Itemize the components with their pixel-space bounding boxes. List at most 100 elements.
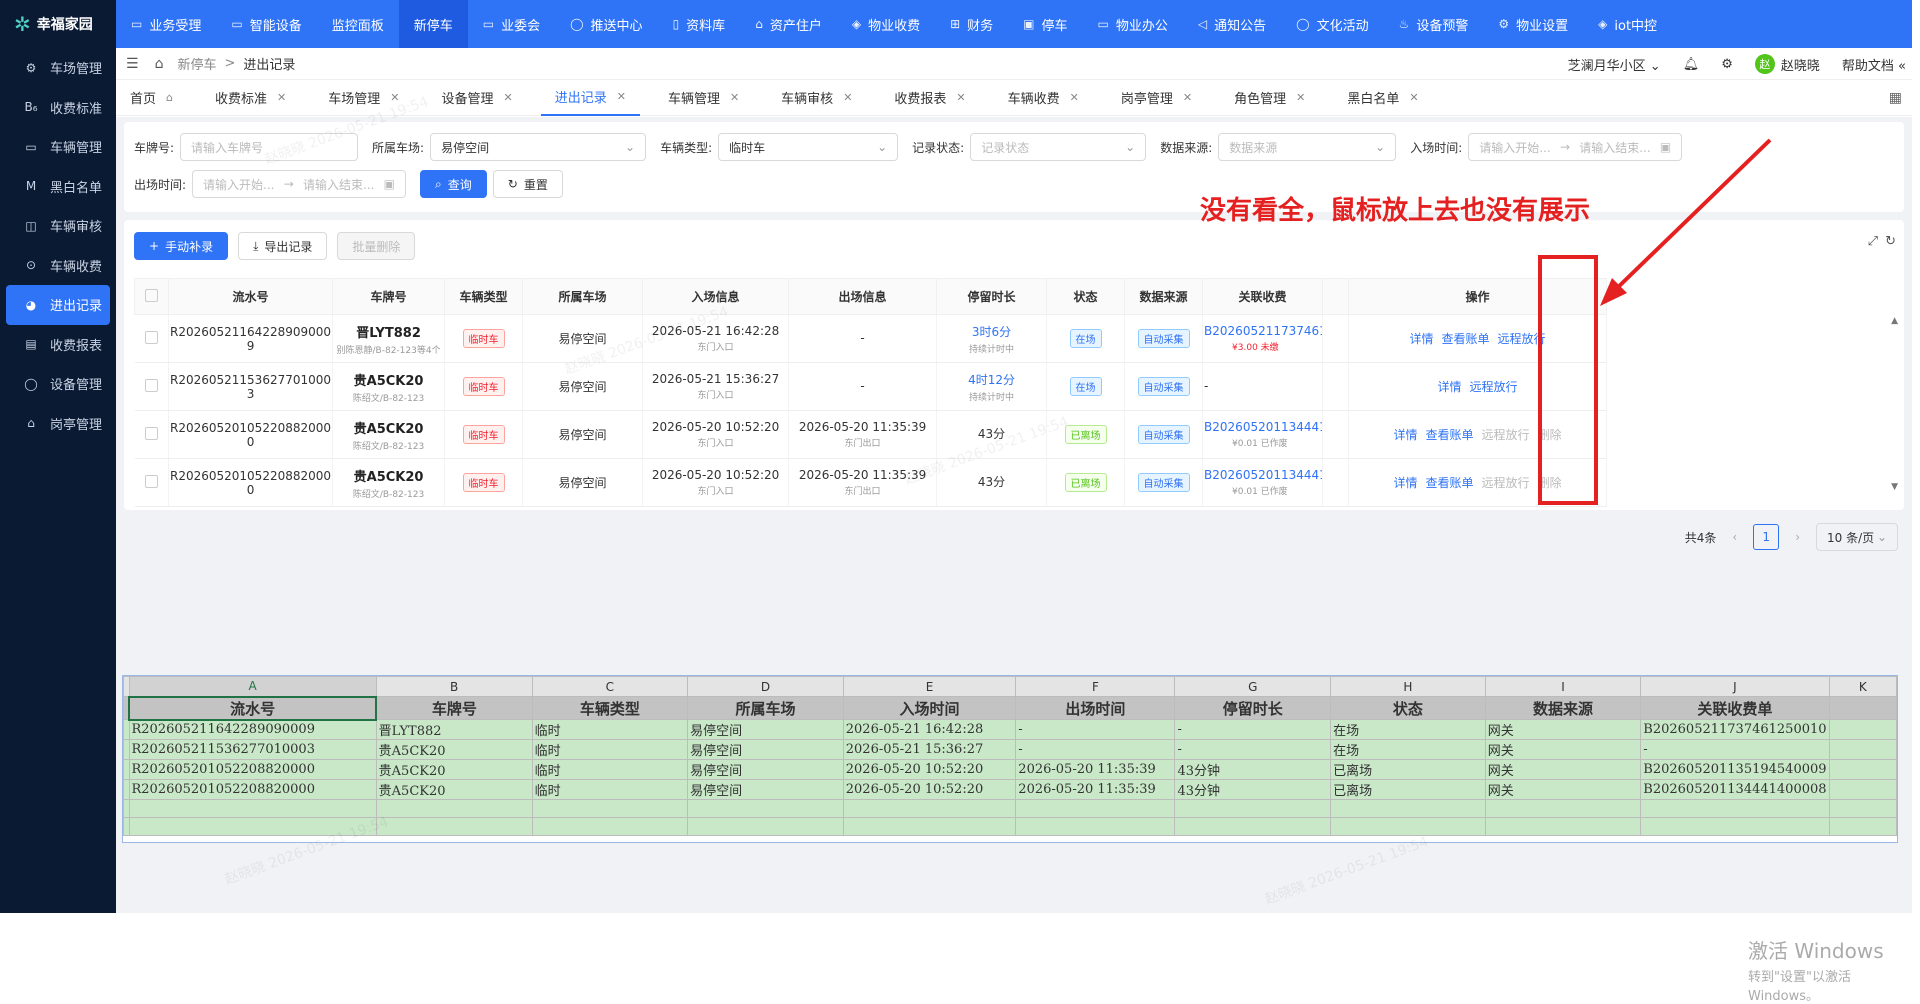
user-menu[interactable]: 赵 赵晓晓 <box>1754 54 1820 74</box>
excel-cell[interactable] <box>128 817 377 836</box>
excel-cell[interactable]: 易停空间 <box>687 719 844 740</box>
op-2-link[interactable]: 远程放行 <box>1482 428 1530 442</box>
sidebar-item[interactable]: ⌂ 岗亭管理 <box>0 404 116 444</box>
excel-cell[interactable]: - <box>1174 739 1332 760</box>
top-nav-item[interactable]: ▭ 业委会 <box>468 0 555 48</box>
excel-cell[interactable]: - <box>1640 739 1830 760</box>
tab[interactable]: 设备管理 ✕ <box>427 80 526 116</box>
prev-page-button[interactable]: ‹ <box>1732 530 1737 544</box>
top-nav-item[interactable]: 新停车 <box>398 0 468 48</box>
op-2-link[interactable]: 远程放行 <box>1482 476 1530 490</box>
excel-header-cell[interactable]: 出场时间 <box>1015 696 1176 720</box>
column-letter[interactable]: G <box>1174 676 1332 697</box>
excel-cell[interactable] <box>687 799 844 818</box>
excel-cell[interactable]: 43分钟 <box>1174 759 1332 780</box>
home-icon[interactable]: ⌂ <box>155 56 164 72</box>
batch-delete-button[interactable]: 批量删除 <box>337 232 416 260</box>
help-link[interactable]: 帮助文档 « <box>1842 55 1906 74</box>
fee-link[interactable]: B202605211737461250​01 <box>1204 324 1322 338</box>
excel-cell[interactable]: 临时 <box>531 779 689 800</box>
close-icon[interactable]: ✕ <box>277 91 286 104</box>
scroll-up-icon[interactable]: ▲ <box>1891 316 1898 326</box>
sidebar-item[interactable]: ▭ 车辆管理 <box>0 127 116 167</box>
reset-button[interactable]: ↻ 重置 <box>492 170 563 198</box>
top-nav-item[interactable]: ♨ 设备预警 <box>1384 0 1484 48</box>
status-select[interactable]: 记录状态 ⌄ <box>970 133 1147 161</box>
op-1-link[interactable]: 查看账单 <box>1442 332 1490 346</box>
top-nav-item[interactable]: ⚙ 物业设置 <box>1483 0 1583 48</box>
in-time-range[interactable]: 请输入开始... → 请输入结束... ▣ <box>1468 133 1683 161</box>
close-icon[interactable]: ✕ <box>1070 91 1079 104</box>
excel-header-cell[interactable]: 停留时长 <box>1174 696 1332 720</box>
source-select[interactable]: 数据来源 ⌄ <box>1218 133 1397 161</box>
tab[interactable]: 车辆收费 ✕ <box>994 80 1093 116</box>
close-icon[interactable]: ✕ <box>390 91 399 104</box>
excel-cell[interactable]: R202605211536277010003 <box>128 739 377 760</box>
excel-cell[interactable]: 已离场 <box>1330 779 1486 800</box>
excel-cell[interactable] <box>1828 739 1898 760</box>
sidebar-item[interactable]: ⚙ 车场管理 <box>0 48 116 88</box>
excel-cell[interactable] <box>1484 799 1642 818</box>
excel-cell[interactable]: 在场 <box>1330 719 1486 740</box>
fee-link[interactable]: B202605201134441400​00 <box>1204 468 1322 482</box>
fee-link[interactable]: - <box>1204 379 1208 393</box>
tab[interactable]: 车辆审核 ✕ <box>767 80 866 116</box>
op-0-link[interactable]: 详情 <box>1394 476 1418 490</box>
close-icon[interactable]: ✕ <box>1183 91 1192 104</box>
column-letter[interactable]: F <box>1015 676 1176 697</box>
fullscreen-icon[interactable]: ⤢ <box>1868 234 1878 249</box>
top-nav-item[interactable]: ⌂ 资产住户 <box>740 0 837 48</box>
excel-cell[interactable] <box>687 817 844 836</box>
excel-cell[interactable]: 网关 <box>1484 719 1642 740</box>
excel-cell[interactable]: 2026-05-20 11:35:39 <box>1015 779 1176 800</box>
excel-cell[interactable]: 易停空间 <box>687 739 844 760</box>
tab[interactable]: 收费标准 ✕ <box>201 80 300 116</box>
excel-cell[interactable]: 2026-05-21 16:42:28 <box>842 719 1017 740</box>
excel-cell[interactable]: 已离场 <box>1330 759 1486 780</box>
row-checkbox[interactable] <box>134 362 169 411</box>
type-select[interactable]: 临时车 ⌄ <box>718 133 899 161</box>
excel-cell[interactable] <box>1484 817 1642 836</box>
excel-header-cell[interactable]: 关联收费单 <box>1640 696 1830 720</box>
excel-cell[interactable] <box>842 817 1017 836</box>
out-time-range[interactable]: 请输入开始... → 请输入结束... ▣ <box>192 170 407 198</box>
scroll-down-icon[interactable]: ▼ <box>1891 482 1898 492</box>
select-all-checkbox[interactable] <box>134 278 169 315</box>
top-nav-item[interactable]: ◈ iot中控 <box>1583 0 1672 48</box>
excel-cell[interactable] <box>1640 799 1830 818</box>
top-nav-item[interactable]: 监控面板 <box>317 0 399 48</box>
sidebar-item[interactable]: B₆ 收费标准 <box>0 88 116 128</box>
excel-cell[interactable] <box>1330 817 1486 836</box>
sidebar-item[interactable]: ▤ 收费报表 <box>0 325 116 365</box>
column-letter[interactable]: E <box>842 676 1017 697</box>
tab[interactable]: 首页 ⌂ <box>116 80 187 116</box>
excel-cell[interactable]: 2026-05-20 11:35:39 <box>1015 759 1176 780</box>
sidebar-item[interactable]: ◫ 车辆审核 <box>0 206 116 246</box>
top-nav-item[interactable]: ▭ 物业办公 <box>1083 0 1183 48</box>
refresh-icon[interactable]: ↻ <box>1885 234 1896 249</box>
excel-cell[interactable]: B202605211737461250010 <box>1640 719 1830 740</box>
close-icon[interactable]: ✕ <box>843 91 852 104</box>
op-1-link[interactable]: 查看账单 <box>1426 476 1474 490</box>
excel-cell[interactable] <box>128 799 377 818</box>
excel-cell[interactable]: 临时 <box>531 719 689 740</box>
next-page-button[interactable]: › <box>1795 530 1800 544</box>
op-0-link[interactable]: 详情 <box>1394 428 1418 442</box>
tab[interactable]: 黑白名单 ✕ <box>1333 80 1432 116</box>
excel-header-cell[interactable]: 车牌号 <box>375 696 533 720</box>
grid-icon[interactable]: ▦ <box>1889 90 1902 106</box>
row-checkbox[interactable] <box>134 314 169 363</box>
column-letter[interactable]: A <box>128 676 377 697</box>
top-nav-item[interactable]: ▭ 智能设备 <box>216 0 316 48</box>
sidebar-item[interactable]: M 黑白名单 <box>0 167 116 207</box>
excel-header-cell[interactable]: 流水号 <box>127 695 378 721</box>
excel-cell[interactable]: 网关 <box>1484 779 1642 800</box>
sidebar-item[interactable]: ⊙ 车辆收费 <box>0 246 116 286</box>
top-nav-item[interactable]: ◯ 推送中心 <box>555 0 657 48</box>
excel-cell[interactable] <box>1015 817 1176 836</box>
export-button[interactable]: ⤓ 导出记录 <box>238 232 328 260</box>
excel-cell[interactable]: - <box>1174 719 1332 740</box>
op-0-link[interactable]: 详情 <box>1438 380 1462 394</box>
column-letter[interactable]: D <box>687 676 844 697</box>
excel-cell[interactable]: 临时 <box>531 759 689 780</box>
